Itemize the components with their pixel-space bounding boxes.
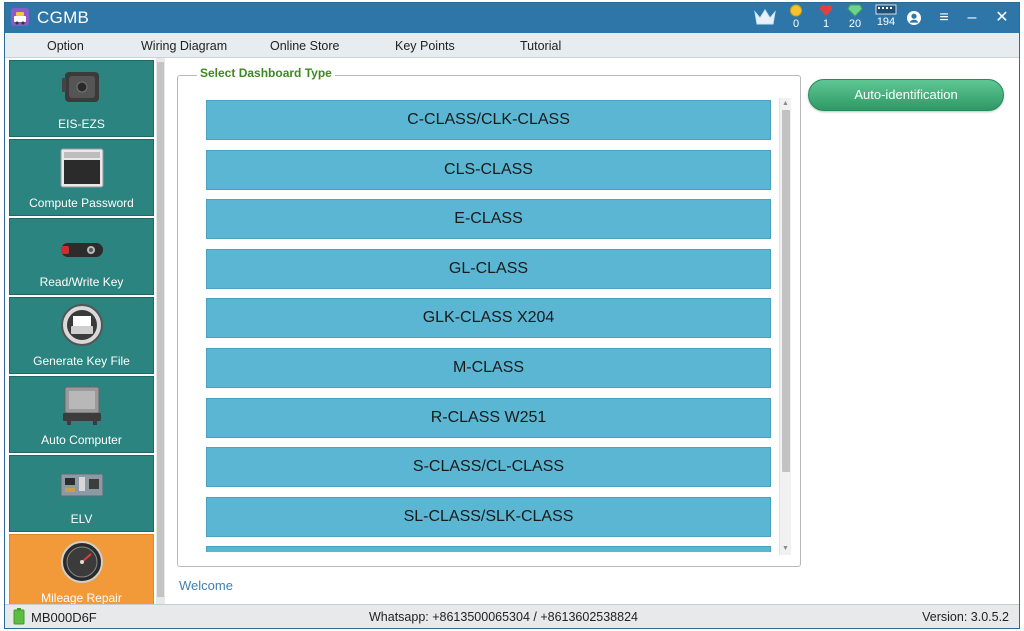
crown-icon[interactable] [753, 7, 777, 35]
diamond-count: 20 [848, 18, 862, 30]
menu-bar: Option Wiring Diagram Online Store Key P… [5, 33, 1019, 58]
dashboard-type-button[interactable]: M-CLASS [206, 348, 771, 388]
sidebar-label: Compute Password [29, 196, 134, 210]
dashboard-type-button[interactable]: GLK-CLASS X204 [206, 298, 771, 339]
sidebar-item-auto-computer[interactable]: Auto Computer [9, 376, 154, 453]
dashboard-type-button[interactable]: C-CLASS/CLK-CLASS [206, 100, 771, 140]
heart-stat[interactable]: 1 [814, 4, 838, 32]
ezs-module-icon [61, 72, 99, 102]
scroll-down-arrow-icon[interactable]: ▼ [780, 543, 791, 555]
device-connected-icon [13, 608, 25, 625]
sidebar-label: EIS-EZS [58, 117, 105, 131]
sidebar-item-read-write-key[interactable]: Read/Write Key [9, 218, 154, 295]
sidebar-item-elv[interactable]: ELV [9, 455, 154, 532]
sidebar-label: Generate Key File [33, 354, 130, 368]
coin-icon [790, 4, 802, 17]
user-button[interactable] [903, 8, 925, 28]
version-label: Version: 3.0.5.2 [922, 610, 1009, 624]
sidebar-label: ELV [70, 512, 93, 526]
circuit-board-icon [60, 473, 103, 497]
sidebar-item-compute-password[interactable]: Compute Password [9, 139, 154, 216]
group-title: Select Dashboard Type [197, 66, 335, 80]
menu-option[interactable]: Option [47, 39, 84, 53]
ecu-icon [62, 386, 101, 425]
sidebar-label: Mileage Repair [41, 591, 122, 604]
diamond-icon [847, 4, 863, 17]
sidebar-item-generate-key-file[interactable]: Generate Key File [9, 297, 154, 374]
coin-stat[interactable]: 0 [784, 4, 808, 32]
close-button[interactable]: ✕ [991, 8, 1013, 28]
coin-count: 0 [792, 18, 800, 30]
dashboard-type-list: C-CLASS/CLK-CLASS CLS-CLASS E-CLASS GL-C… [206, 100, 772, 552]
sidebar-label: Read/Write Key [39, 275, 124, 289]
list-scrollbar-thumb[interactable] [782, 110, 790, 472]
dashboard-type-button[interactable]: R-CLASS W251 [206, 397, 771, 438]
sidebar-label: Auto Computer [41, 433, 122, 447]
menu-key-points[interactable]: Key Points [395, 39, 455, 53]
contact-info: Whatsapp: +8613500065304 / +861360253882… [369, 610, 638, 624]
auto-identification-button[interactable]: Auto-identification [808, 79, 1004, 111]
dashboard-type-button[interactable]: S-CLASS/CL-CLASS [206, 447, 771, 488]
dashboard-type-button[interactable]: CLS-CLASS [206, 149, 771, 190]
sidebar-item-eis-ezs[interactable]: EIS-EZS [9, 60, 154, 137]
heart-icon [819, 4, 833, 16]
heart-count: 1 [822, 18, 830, 30]
menu-button[interactable]: ≡ [933, 8, 955, 28]
scroll-up-arrow-icon[interactable]: ▲ [780, 98, 791, 110]
speedometer-icon [60, 541, 103, 583]
minimize-icon: – [967, 9, 977, 26]
car-key-icon [60, 243, 103, 257]
app-logo-icon [11, 8, 29, 26]
app-title: CGMB [37, 8, 90, 27]
menu-wiring-diagram[interactable]: Wiring Diagram [141, 39, 227, 53]
sidebar-scrollbar-thumb[interactable] [157, 62, 164, 597]
user-icon [907, 11, 921, 25]
diamond-stat[interactable]: 20 [843, 4, 867, 32]
dashboard-type-button[interactable]: E-CLASS [206, 199, 771, 240]
token-count: 194 [876, 16, 896, 28]
minimize-button[interactable]: – [961, 8, 983, 28]
printer-icon [60, 304, 103, 346]
monitor-icon [60, 148, 103, 188]
dashboard-type-button[interactable] [206, 546, 771, 552]
menu-tutorial[interactable]: Tutorial [520, 39, 561, 53]
device-id: MB000D6F [31, 610, 97, 625]
sidebar: EIS-EZS Compute Password Read/Write Key [5, 58, 165, 604]
welcome-text: Welcome [179, 578, 233, 593]
list-scrollbar[interactable]: ▲ ▼ [779, 98, 791, 555]
menu-online-store[interactable]: Online Store [270, 39, 339, 53]
sidebar-scrollbar[interactable] [156, 58, 165, 604]
app-window: CGMB 0 1 20 194 ≡ – ✕ Option Wiring Diag… [4, 2, 1020, 629]
token-stat[interactable]: 194 [872, 4, 900, 32]
dashboard-type-button[interactable]: GL-CLASS [206, 248, 771, 289]
token-icon [875, 4, 897, 15]
status-bar: MB000D6F Whatsapp: +8613500065304 / +861… [5, 604, 1019, 628]
close-icon: ✕ [995, 9, 1009, 26]
title-bar: CGMB 0 1 20 194 ≡ – ✕ [5, 3, 1019, 33]
hamburger-icon: ≡ [939, 9, 949, 26]
dashboard-type-button[interactable]: SL-CLASS/SLK-CLASS [206, 496, 771, 537]
sidebar-item-mileage-repair[interactable]: Mileage Repair [9, 534, 154, 604]
